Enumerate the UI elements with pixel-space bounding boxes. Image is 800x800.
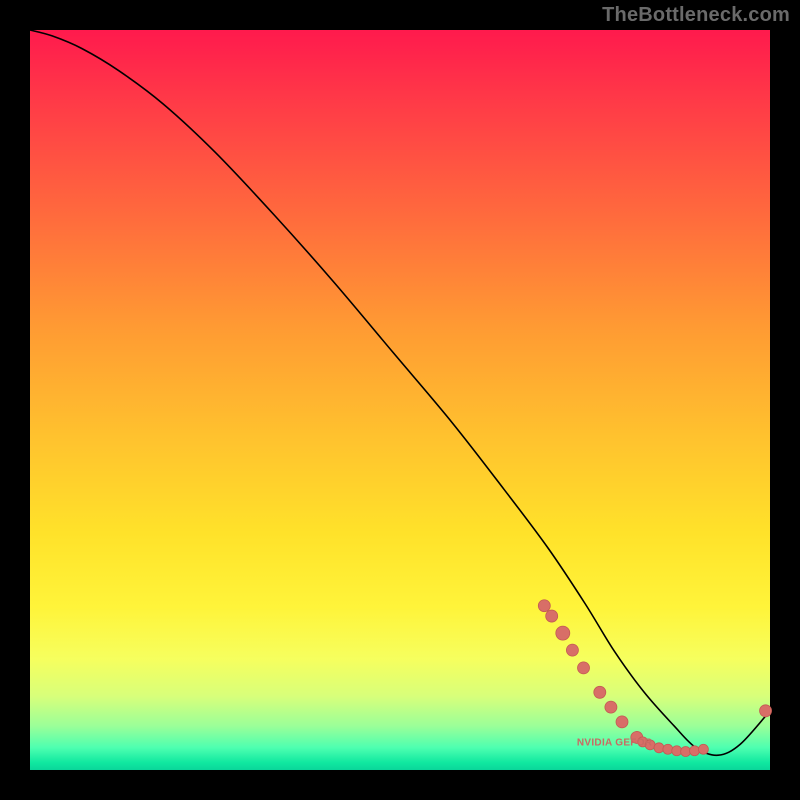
data-point [690,746,700,756]
data-point [546,610,558,622]
data-point [760,705,772,717]
bottleneck-curve [30,30,770,755]
watermark-label: TheBottleneck.com [602,4,790,27]
data-point [594,686,606,698]
chart-svg: NVIDIA GEFOR [30,30,770,770]
chart-stage: TheBottleneck.com NVIDIA GEFOR [0,0,800,800]
data-point [605,701,617,713]
data-point [681,747,691,757]
data-point [672,746,682,756]
plot-area: NVIDIA GEFOR [30,30,770,770]
data-point [698,744,708,754]
series-label: NVIDIA GEFOR [577,738,653,749]
data-point [578,662,590,674]
data-points [538,600,771,757]
data-point [556,626,570,640]
data-point [654,743,664,753]
data-point [566,644,578,656]
data-point [616,716,628,728]
data-point [663,744,673,754]
data-point [538,600,550,612]
